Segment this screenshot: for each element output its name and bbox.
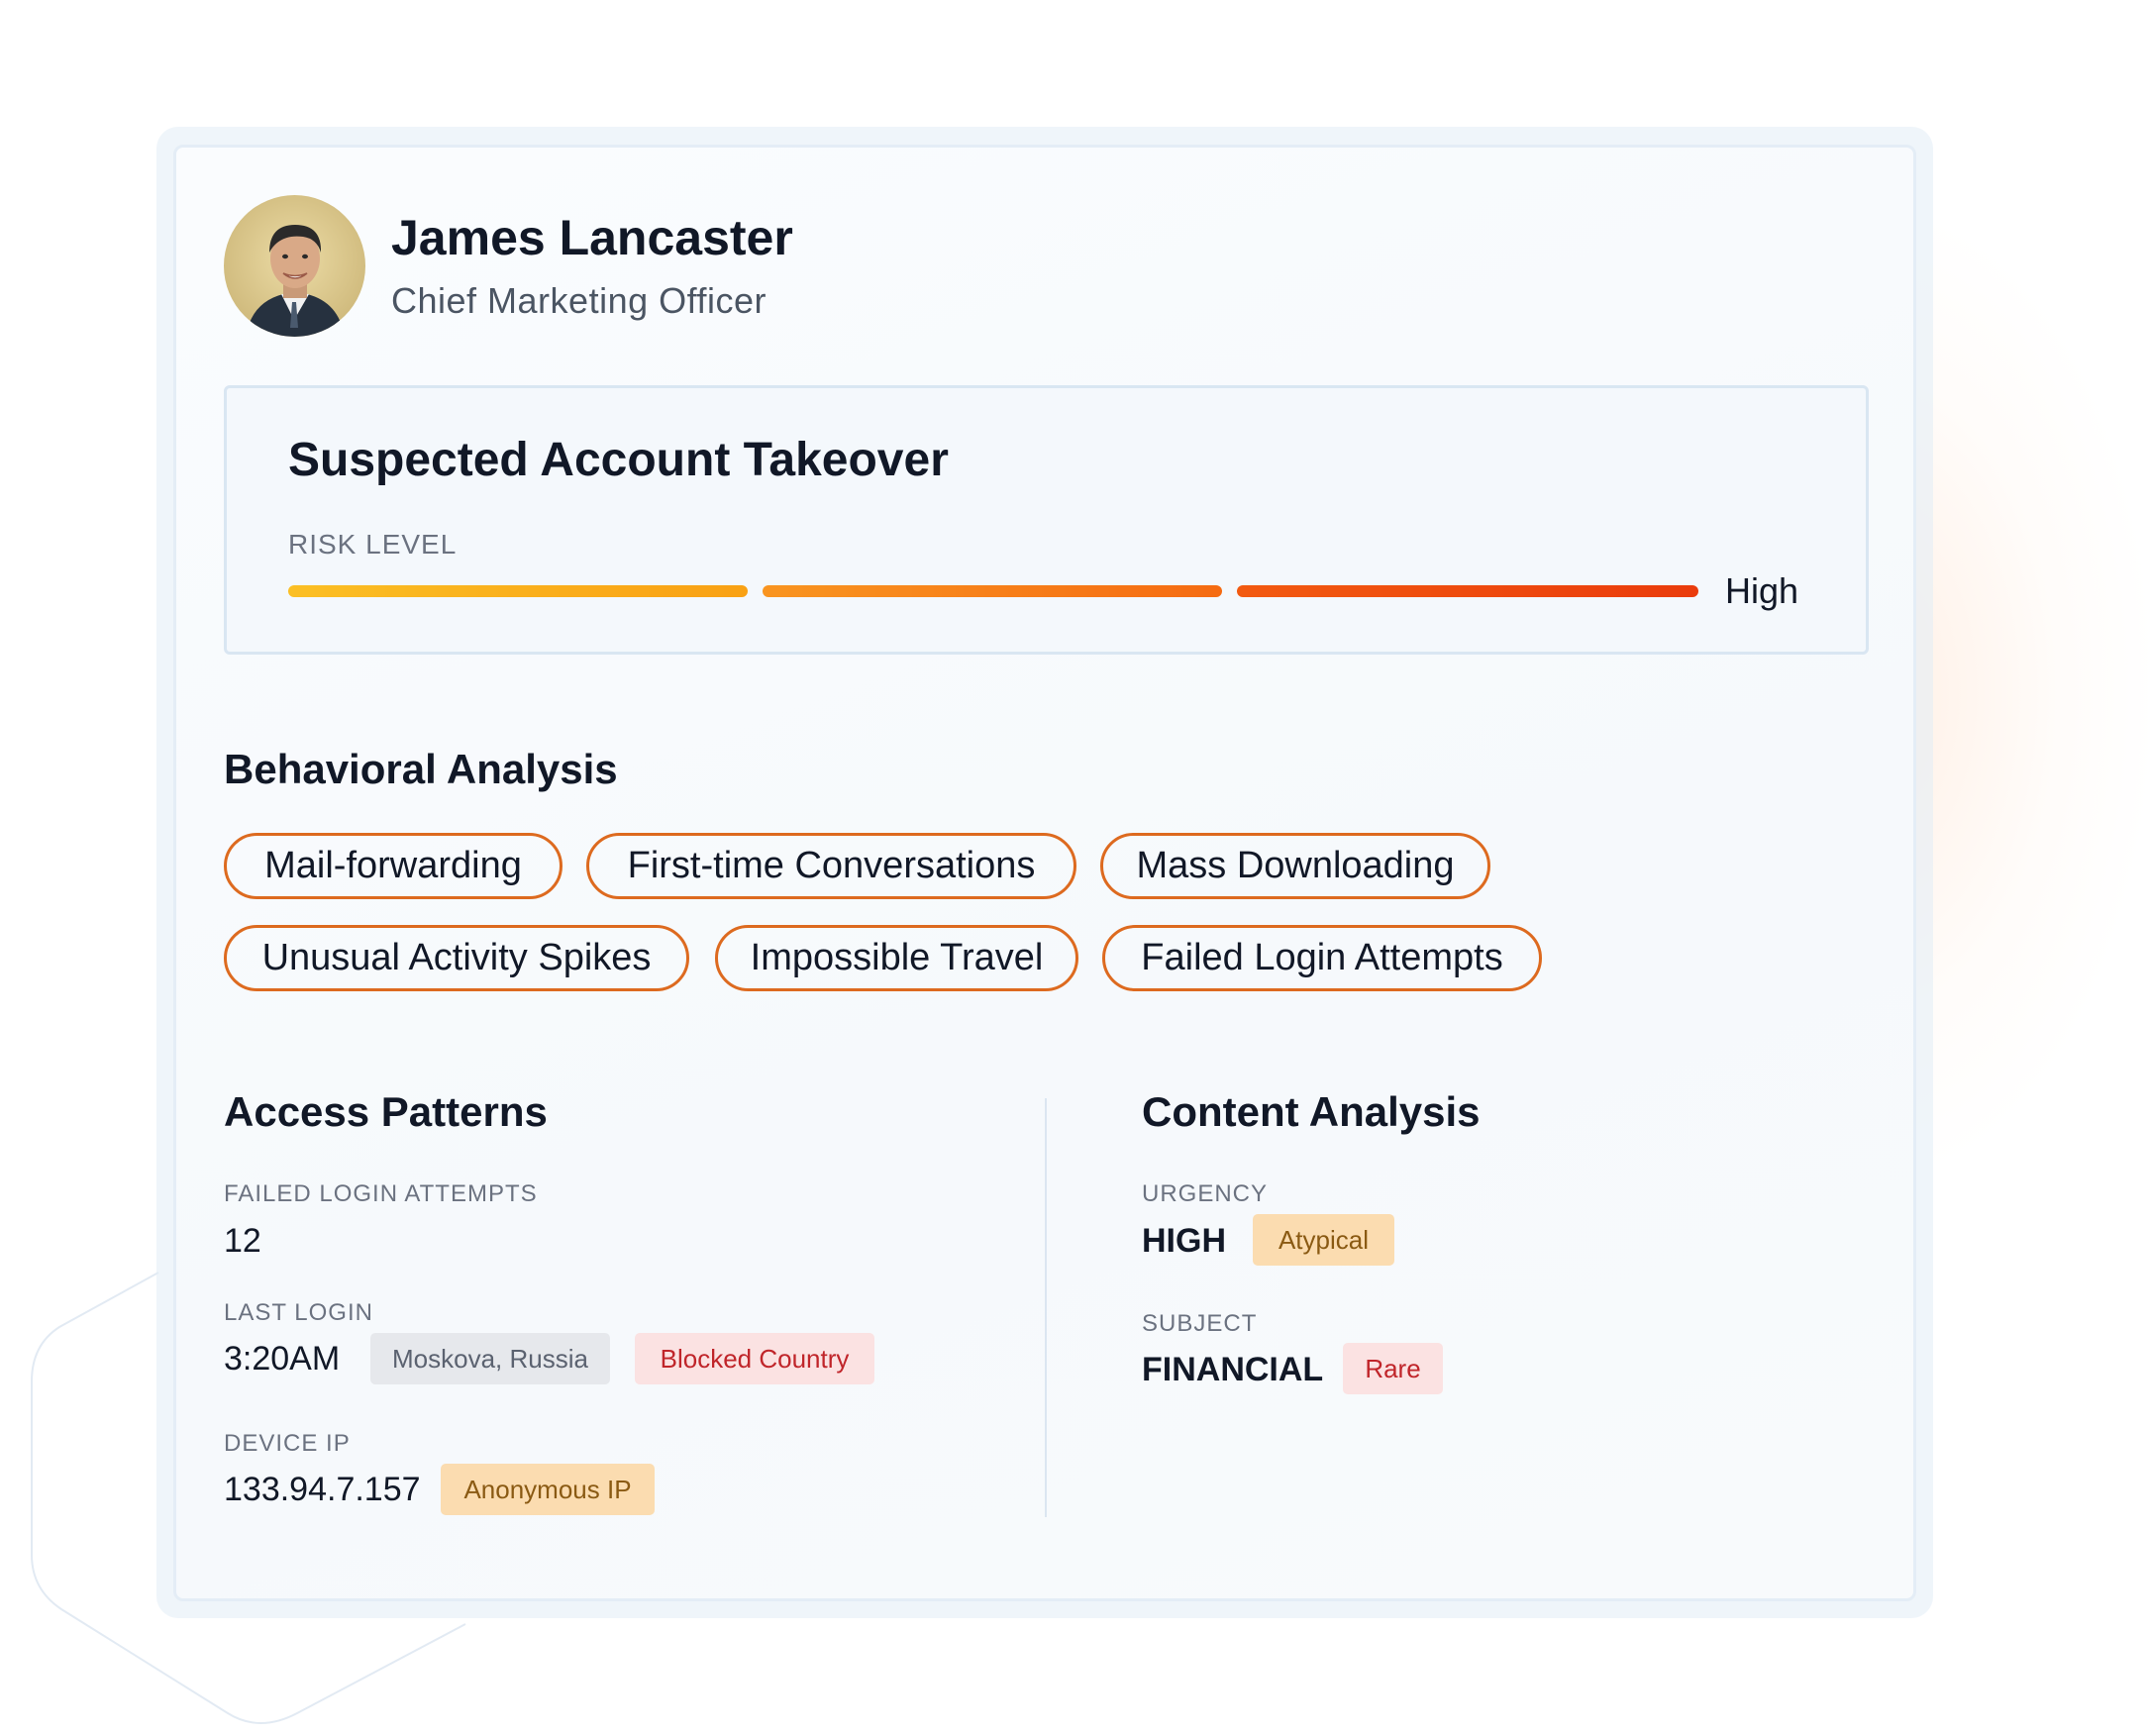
avatar[interactable] [224,195,365,337]
anonymous-ip-badge: Anonymous IP [441,1464,655,1515]
tag-impossible-travel[interactable]: Impossible Travel [715,925,1078,991]
risk-meter-segment-2 [763,585,1222,597]
tag-unusual-activity-spikes[interactable]: Unusual Activity Spikes [224,925,689,991]
failed-login-attempts-label: FAILED LOGIN ATTEMPTS [224,1180,538,1207]
tag-first-time-conversations[interactable]: First-time Conversations [586,833,1076,899]
atypical-badge: Atypical [1253,1214,1394,1266]
last-login-label: LAST LOGIN [224,1299,373,1326]
risk-level-label: RISK LEVEL [288,529,458,560]
tag-mass-downloading[interactable]: Mass Downloading [1100,833,1490,899]
device-ip-label: DEVICE IP [224,1430,351,1457]
tag-mail-forwarding[interactable]: Mail-forwarding [224,833,563,899]
person-role: Chief Marketing Officer [391,280,767,321]
content-analysis-title: Content Analysis [1142,1088,1481,1135]
device-ip-value: 133.94.7.157 [224,1471,421,1508]
risk-summary-panel: Suspected Account Takeover RISK LEVEL Hi… [224,385,1869,655]
person-name: James Lancaster [391,210,793,265]
urgency-label: URGENCY [1142,1180,1269,1207]
last-login-location-badge: Moskova, Russia [370,1333,610,1384]
page: James Lancaster Chief Marketing Officer … [0,0,2148,1736]
avatar-portrait-icon [224,195,365,337]
behavioral-analysis-title: Behavioral Analysis [224,746,618,792]
failed-login-attempts-value: 12 [224,1222,261,1260]
urgency-value: HIGH [1142,1222,1226,1260]
risk-meter-segment-3 [1237,585,1698,597]
tag-failed-login-attempts[interactable]: Failed Login Attempts [1102,925,1542,991]
subject-label: SUBJECT [1142,1310,1258,1337]
column-divider [1045,1098,1047,1517]
risk-level-value: High [1725,570,1799,611]
access-patterns-title: Access Patterns [224,1088,548,1135]
subject-value: FINANCIAL [1142,1351,1324,1388]
alert-title: Suspected Account Takeover [288,434,949,486]
rare-badge: Rare [1343,1343,1443,1394]
last-login-value: 3:20AM [224,1340,341,1378]
risk-meter-segment-1 [288,585,748,597]
alert-card: James Lancaster Chief Marketing Officer … [173,145,1916,1601]
blocked-country-badge: Blocked Country [635,1333,874,1384]
